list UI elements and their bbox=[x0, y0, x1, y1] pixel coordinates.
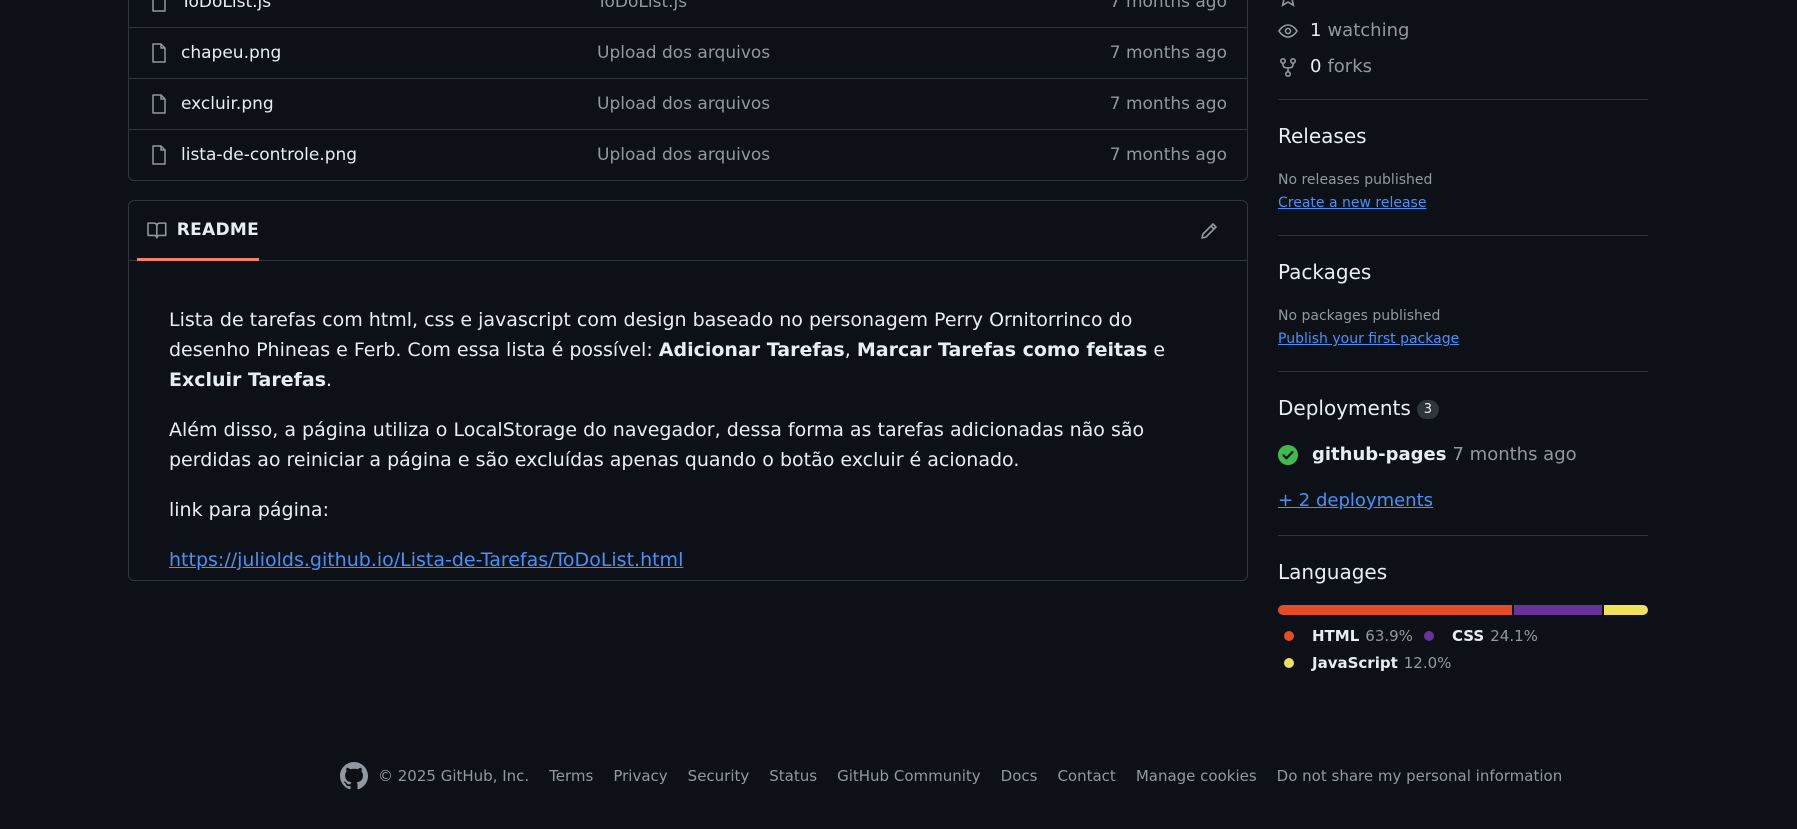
footer-link-terms[interactable]: Terms bbox=[549, 767, 593, 785]
footer-link-manage-cookies[interactable]: Manage cookies bbox=[1136, 767, 1257, 785]
releases-empty-text: No releases published bbox=[1278, 172, 1433, 188]
watching-label: watching bbox=[1327, 20, 1410, 41]
language-name: HTML bbox=[1312, 627, 1360, 645]
language-bar-segment bbox=[1278, 605, 1512, 615]
footer-link-privacy[interactable]: Privacy bbox=[613, 767, 667, 785]
github-logo-icon[interactable] bbox=[340, 762, 368, 790]
file-name[interactable]: ToDoList.js bbox=[181, 0, 271, 12]
footer-link-community[interactable]: GitHub Community bbox=[837, 767, 981, 785]
readme-paragraph: link para página: bbox=[169, 499, 329, 521]
readme-panel: README Lista de tarefas com html, css e … bbox=[128, 200, 1248, 581]
watching-stat[interactable]: 1 watching bbox=[1278, 20, 1409, 41]
language-item-css[interactable]: CSS 24.1% bbox=[1418, 627, 1538, 645]
packages-empty-text: No packages published bbox=[1278, 308, 1441, 324]
file-row[interactable]: ToDoList.js ToDoList.js 7 months ago bbox=[129, 0, 1247, 27]
readme-paragraph: https://juliolds.github.io/Lista-de-Tare… bbox=[169, 545, 1207, 575]
readme-text: , bbox=[844, 339, 857, 361]
languages-bar bbox=[1278, 605, 1648, 615]
star-icon bbox=[1281, 0, 1295, 7]
language-dot bbox=[1424, 631, 1434, 641]
deployment-time: 7 months ago bbox=[1452, 444, 1577, 465]
language-percent: 24.1% bbox=[1490, 627, 1538, 645]
tab-readme[interactable]: README bbox=[137, 201, 259, 261]
language-item-html[interactable]: HTML 63.9% bbox=[1278, 627, 1413, 645]
fork-icon bbox=[1279, 57, 1297, 77]
file-list: ToDoList.js ToDoList.js 7 months ago cha… bbox=[128, 0, 1248, 181]
forks-count: 0 bbox=[1310, 56, 1322, 77]
commit-date: 7 months ago bbox=[1109, 0, 1227, 12]
readme-text: e bbox=[1147, 339, 1166, 361]
footer-link-status[interactable]: Status bbox=[769, 767, 817, 785]
deployments-counter: 3 bbox=[1416, 400, 1440, 419]
book-icon bbox=[147, 221, 167, 239]
readme-bold-text: Excluir Tarefas bbox=[169, 369, 327, 391]
forks-stat[interactable]: 0 forks bbox=[1278, 56, 1372, 77]
pencil-icon[interactable] bbox=[1199, 221, 1219, 241]
readme-text: . bbox=[326, 369, 333, 391]
divider bbox=[1278, 535, 1648, 536]
commit-date: 7 months ago bbox=[1109, 94, 1227, 114]
readme-content: Lista de tarefas com html, css e javascr… bbox=[129, 261, 1247, 575]
deployment-item[interactable]: github-pages 7 months ago bbox=[1278, 444, 1577, 465]
language-name: JavaScript bbox=[1312, 654, 1398, 672]
languages-title: Languages bbox=[1278, 560, 1388, 584]
divider bbox=[1278, 235, 1648, 236]
readme-header: README bbox=[129, 201, 1247, 261]
copyright: © 2025 GitHub, Inc. bbox=[378, 767, 530, 785]
deployments-title[interactable]: Deployments bbox=[1278, 396, 1411, 420]
footer-link-docs[interactable]: Docs bbox=[1001, 767, 1038, 785]
readme-bold-text: Marcar Tarefas como feitas bbox=[856, 339, 1148, 361]
footer-link-contact[interactable]: Contact bbox=[1057, 767, 1115, 785]
footer-link-do-not-share[interactable]: Do not share my personal information bbox=[1277, 767, 1563, 785]
file-icon bbox=[152, 0, 166, 12]
language-bar-segment bbox=[1513, 605, 1603, 615]
language-percent: 63.9% bbox=[1365, 627, 1413, 645]
commit-date: 7 months ago bbox=[1109, 145, 1227, 165]
file-name[interactable]: chapeu.png bbox=[181, 43, 281, 63]
file-icon bbox=[152, 145, 166, 165]
commit-date: 7 months ago bbox=[1109, 43, 1227, 63]
commit-message[interactable]: ToDoList.js bbox=[597, 0, 687, 12]
file-row[interactable]: chapeu.png Upload dos arquivos 7 months … bbox=[129, 27, 1247, 78]
readme-tab-label: README bbox=[176, 219, 259, 240]
divider bbox=[1278, 371, 1648, 372]
file-icon bbox=[152, 94, 166, 114]
divider bbox=[1278, 99, 1648, 100]
publish-package-link[interactable]: Publish your first package bbox=[1278, 331, 1459, 347]
language-name: CSS bbox=[1452, 627, 1485, 645]
releases-title[interactable]: Releases bbox=[1278, 124, 1367, 148]
footer: © 2025 GitHub, Inc. Terms Privacy Securi… bbox=[340, 762, 1582, 790]
language-item-javascript[interactable]: JavaScript 12.0% bbox=[1278, 654, 1451, 672]
create-release-link[interactable]: Create a new release bbox=[1278, 195, 1426, 211]
footer-link-security[interactable]: Security bbox=[688, 767, 750, 785]
commit-message[interactable]: Upload dos arquivos bbox=[597, 145, 770, 165]
readme-paragraph: Lista de tarefas com html, css e javascr… bbox=[169, 305, 1207, 395]
language-bar-segment bbox=[1604, 605, 1648, 615]
file-icon bbox=[152, 43, 166, 63]
watching-count: 1 bbox=[1310, 20, 1322, 41]
file-row[interactable]: excluir.png Upload dos arquivos 7 months… bbox=[129, 78, 1247, 129]
deployments-heading: Deployments 3 bbox=[1278, 396, 1440, 420]
language-dot bbox=[1284, 631, 1294, 641]
check-circle-icon bbox=[1278, 444, 1298, 465]
readme-paragraph: Além disso, a página utiliza o LocalStor… bbox=[169, 419, 1145, 471]
more-deployments-link[interactable]: + 2 deployments bbox=[1278, 490, 1433, 511]
language-percent: 12.0% bbox=[1403, 654, 1452, 672]
packages-title[interactable]: Packages bbox=[1278, 260, 1371, 284]
file-name[interactable]: lista-de-controle.png bbox=[181, 145, 357, 165]
readme-link[interactable]: https://juliolds.github.io/Lista-de-Tare… bbox=[169, 549, 683, 571]
forks-label: forks bbox=[1327, 56, 1373, 77]
eye-icon bbox=[1278, 23, 1298, 38]
language-dot bbox=[1284, 658, 1294, 668]
readme-bold-text: Adicionar Tarefas bbox=[658, 339, 845, 361]
commit-message[interactable]: Upload dos arquivos bbox=[597, 94, 770, 114]
file-name[interactable]: excluir.png bbox=[181, 94, 274, 114]
commit-message[interactable]: Upload dos arquivos bbox=[597, 43, 770, 63]
deployment-name[interactable]: github-pages bbox=[1312, 444, 1446, 465]
file-row[interactable]: lista-de-controle.png Upload dos arquivo… bbox=[129, 129, 1247, 180]
